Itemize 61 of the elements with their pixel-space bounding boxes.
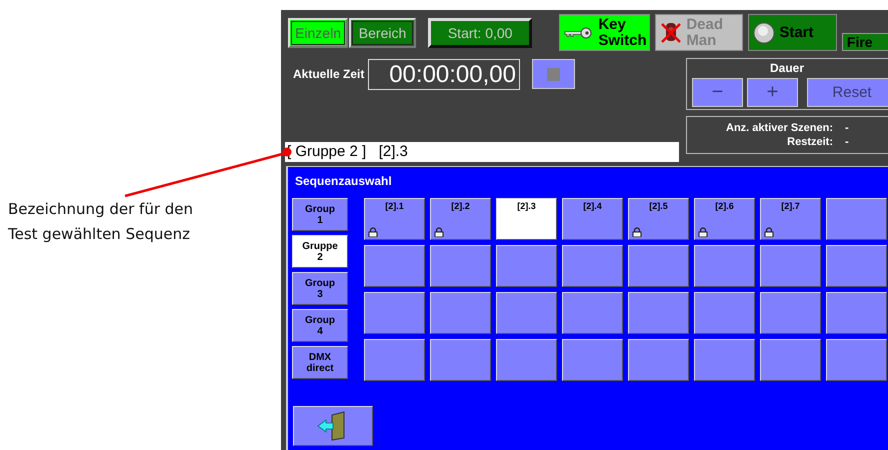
key-switch-button[interactable]: Key Switch bbox=[559, 14, 650, 51]
sequence-tile[interactable] bbox=[562, 292, 623, 334]
start-field[interactable]: Start: 0,00 bbox=[428, 18, 532, 48]
fire-button[interactable]: Fire bbox=[842, 33, 888, 51]
sequence-tile[interactable] bbox=[496, 245, 557, 287]
sequence-tile[interactable]: [2].6 bbox=[694, 198, 755, 240]
sequence-tile[interactable] bbox=[694, 339, 755, 381]
sequence-tile[interactable] bbox=[562, 245, 623, 287]
sequence-tile[interactable]: [2].5 bbox=[628, 198, 689, 240]
sequence-tile[interactable] bbox=[496, 339, 557, 381]
sequence-tile[interactable]: [2].7 bbox=[760, 198, 821, 240]
sequence-tile[interactable] bbox=[628, 292, 689, 334]
sequence-tile[interactable] bbox=[694, 292, 755, 334]
sequence-tile[interactable] bbox=[496, 292, 557, 334]
time-label: Aktuelle Zeit bbox=[293, 67, 366, 81]
info-value: - bbox=[845, 136, 850, 148]
sequence-tile[interactable] bbox=[760, 292, 821, 334]
sequence-tile[interactable] bbox=[364, 292, 425, 334]
duration-title: Dauer bbox=[768, 61, 805, 75]
sequence-tile[interactable] bbox=[364, 245, 425, 287]
mode-button[interactable]: Einzeln bbox=[288, 18, 348, 48]
annotation-text: Bezeichnung der für den Test gewählten Sequenz bbox=[8, 199, 194, 245]
info-value: - bbox=[845, 122, 850, 134]
sequence-tile[interactable] bbox=[826, 292, 887, 334]
group-button[interactable]: Gruppe 2 bbox=[292, 235, 348, 268]
sequence-tile[interactable] bbox=[430, 245, 491, 287]
sequence-tile[interactable]: [2].4 bbox=[562, 198, 623, 240]
start-button[interactable]: Start bbox=[748, 14, 837, 51]
sequence-tile[interactable] bbox=[760, 245, 821, 287]
sequence-tile[interactable] bbox=[826, 245, 887, 287]
sequence-tile[interactable]: [2].2 bbox=[430, 198, 491, 240]
crossed-out-icon bbox=[660, 20, 682, 44]
sequence-tile[interactable] bbox=[760, 339, 821, 381]
info-label: Restzeit: bbox=[786, 136, 833, 148]
group-button[interactable]: Group 3 bbox=[292, 272, 348, 305]
lock-icon bbox=[434, 227, 444, 237]
key-icon bbox=[564, 26, 594, 38]
sequence-tile[interactable] bbox=[694, 245, 755, 287]
group-button[interactable]: Group 1 bbox=[292, 198, 348, 231]
sequence-tile[interactable] bbox=[364, 339, 425, 381]
info-label: Anz. aktiver Szenen: bbox=[725, 122, 833, 134]
sequence-tile[interactable] bbox=[826, 198, 887, 240]
lock-icon bbox=[368, 227, 378, 237]
sequence-tile[interactable] bbox=[562, 339, 623, 381]
sequence-tile[interactable] bbox=[430, 339, 491, 381]
sequence-tile[interactable] bbox=[628, 245, 689, 287]
group-button[interactable]: DMX direct bbox=[292, 346, 348, 379]
sequence-tile[interactable]: [2].3 bbox=[496, 198, 557, 240]
panel-title: Sequenzauswahl bbox=[294, 173, 393, 190]
sequence-tile[interactable] bbox=[628, 339, 689, 381]
sequence-tile[interactable]: [2].1 bbox=[364, 198, 425, 240]
time-display: 00:00:00,00 bbox=[368, 58, 520, 90]
lock-icon bbox=[632, 227, 642, 237]
sequence-tile[interactable] bbox=[826, 339, 887, 381]
sequence-tile[interactable] bbox=[430, 292, 491, 334]
circle-icon bbox=[753, 22, 776, 44]
mode-button[interactable]: Bereich bbox=[349, 18, 416, 48]
lock-icon bbox=[764, 227, 774, 237]
lock-icon bbox=[698, 227, 708, 237]
exit-button[interactable] bbox=[293, 406, 373, 446]
group-button[interactable]: Group 4 bbox=[292, 309, 348, 342]
